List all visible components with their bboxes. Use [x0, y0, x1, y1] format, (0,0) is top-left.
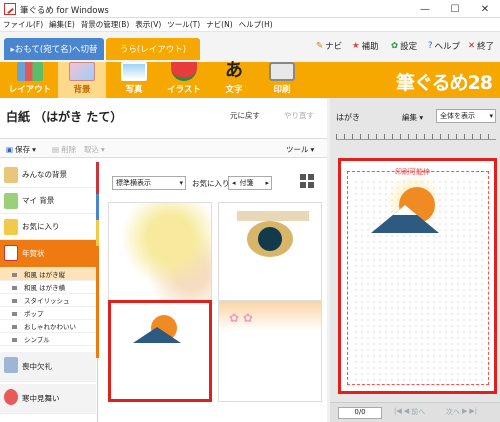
maximize-button[interactable]: ☐ [440, 0, 470, 18]
category-favorites[interactable]: お気に入り [0, 214, 96, 240]
zoom-select[interactable]: 全体を表示 ▾ [436, 109, 496, 123]
star-folder-icon [4, 219, 18, 235]
hojo-link[interactable]: ★ 補助 [352, 40, 379, 52]
ribbon-photo[interactable]: 写真 [110, 62, 158, 98]
ribbon-layout[interactable]: レイアウト [6, 62, 54, 98]
menu-help[interactable]: ヘルプ(H) [239, 19, 273, 30]
delete-button[interactable]: ▤ 削除 [52, 144, 76, 155]
next-button[interactable]: 次へ ▶ ▶| [446, 407, 477, 417]
template-thumb[interactable] [218, 202, 322, 304]
subcat-pop[interactable]: ポップ [0, 307, 96, 320]
chevron-down-icon: ▾ [489, 112, 493, 120]
ribbon-illust[interactable]: イラスト [160, 62, 208, 98]
ribbon-text[interactable]: あ 文字 [210, 60, 258, 98]
preview-label: はがき [336, 113, 360, 122]
title-bar: 筆ぐるめ for Windows — ☐ ✕ [0, 0, 500, 18]
menu-edit[interactable]: 編集(E) [49, 19, 75, 30]
grid-view-icon[interactable] [300, 174, 314, 188]
category-color-marker [96, 246, 99, 358]
folder-icon [4, 167, 18, 183]
template-thumb[interactable] [108, 202, 212, 304]
template-grid: ✿ ✿ [104, 198, 324, 422]
page-indicator: 0/0 [338, 407, 382, 419]
menu-background[interactable]: 背景の管理(B) [81, 19, 130, 30]
prev-button[interactable]: |◀ ◀ 前へ [394, 407, 425, 417]
category-everyone[interactable]: みんなの背景 [0, 162, 96, 188]
card-icon [4, 245, 18, 261]
folder-icon [4, 193, 18, 209]
panel-toolbar: ▣ 保存 ▾ ▤ 削除 取込 ▾ ツール ▾ [0, 138, 327, 158]
subcat-simple[interactable]: シンプル [0, 333, 96, 346]
left-panel: 白紙 （はがき たて） 元に戻す やり直す ▣ 保存 ▾ ▤ 削除 取込 ▾ ツール ▾ … [0, 98, 327, 422]
template-thumb-selected[interactable] [108, 300, 212, 402]
page-title: 白紙 （はがき たて） [6, 110, 123, 124]
redo-button[interactable]: やり直す [284, 110, 314, 121]
save-icon: ▣ [6, 145, 14, 154]
exit-icon: ✕ [468, 41, 476, 51]
menu-file[interactable]: ファイル(F) [3, 19, 43, 30]
tab-front-address[interactable]: ▸おもて(宛て名)へ切替 [4, 38, 104, 60]
close-button[interactable]: ✕ [470, 0, 500, 18]
app-icon [4, 3, 16, 15]
subcat-stylish[interactable]: スタイリッシュ [0, 294, 96, 307]
category-kanchu[interactable]: 寒中見舞い [0, 384, 96, 414]
undo-button[interactable]: 元に戻す [230, 110, 260, 121]
sakura-icon: ✿ ✿ [229, 311, 253, 325]
print-area-label: 印刷可能枠 [395, 168, 430, 176]
category-list: みんなの背景 マイ 背景 お気に入り 年賀状 和風 はがき縦 和風 はがき横 ス… [0, 162, 98, 422]
menu-tools[interactable]: ツール(T) [167, 19, 200, 30]
star-icon: ★ [352, 41, 360, 51]
layout-icon [17, 62, 43, 81]
minimize-button[interactable]: — [410, 0, 440, 18]
page-nav: 0/0 |◀ ◀ 前へ 次へ ▶ ▶| [330, 402, 500, 422]
brush-char-icon: あ [225, 60, 243, 81]
favorite-filter[interactable]: お気に入り [192, 178, 230, 189]
load-button[interactable]: 取込 ▾ [84, 144, 105, 155]
gear-icon: ✿ [391, 41, 399, 51]
category-nengajo[interactable]: 年賀状 [0, 240, 96, 268]
ribbon-background[interactable]: 背景 [58, 62, 106, 98]
chevron-down-icon: ▾ [179, 179, 183, 187]
window-title: 筆ぐるめ for Windows [20, 6, 109, 16]
category-color-marker [96, 220, 99, 246]
ruler [336, 134, 496, 140]
attach-filter[interactable]: ◂ 付箋 ▸ [228, 176, 272, 190]
brand-logo: 筆ぐるめ28 [395, 72, 493, 94]
help-icon: ? [428, 41, 433, 51]
printer-icon [269, 62, 295, 81]
photo-icon [121, 62, 147, 81]
snowman-icon [4, 389, 18, 405]
edit-menu[interactable]: 編集 ▾ [402, 112, 423, 123]
watermelon-icon [171, 62, 197, 81]
menu-navi[interactable]: ナビ(N) [206, 19, 232, 30]
template-thumb[interactable]: ✿ ✿ [218, 300, 322, 402]
category-my[interactable]: マイ 背景 [0, 188, 96, 214]
help-link[interactable]: ? ヘルプ [428, 40, 460, 52]
background-icon [69, 62, 95, 81]
ribbon-print[interactable]: 印刷 [258, 62, 306, 98]
navi-link[interactable]: ✎ ナビ [316, 40, 342, 52]
menu-view[interactable]: 表示(V) [135, 19, 161, 30]
tools-button[interactable]: ツール ▾ [286, 144, 314, 155]
navi-icon: ✎ [316, 41, 324, 51]
save-button[interactable]: ▣ 保存 ▾ [6, 144, 36, 155]
trash-icon: ▤ [52, 145, 60, 154]
ribbon: レイアウト 背景 写真 イラスト あ 文字 印刷 筆ぐるめ28 [0, 60, 500, 98]
view-select[interactable]: 標準横表示 ▾ [112, 176, 186, 190]
menu-bar: ファイル(F) 編集(E) 背景の管理(B) 表示(V) ツール(T) ナビ(N… [0, 18, 500, 32]
tab-bar: ▸おもて(宛て名)へ切替 うら(レイアウト) ✎ ナビ ★ 補助 ✿ 設定 ? ヘルプ … [0, 32, 500, 62]
card-preview[interactable]: 印刷可能枠 [338, 158, 497, 394]
grid-header: 標準横表示 ▾ お気に入り ◂ 付箋 ▸ [98, 162, 327, 198]
exit-link[interactable]: ✕ 終了 [468, 40, 494, 52]
tab-back-layout[interactable]: うら(レイアウト) [106, 38, 200, 60]
category-mochu[interactable]: 喪中欠礼 [0, 352, 96, 382]
subcat-kawaii[interactable]: おしゃれかわいい [0, 320, 96, 333]
subcat-wafu-yoko[interactable]: 和風 はがき横 [0, 281, 96, 294]
settings-link[interactable]: ✿ 設定 [391, 40, 417, 52]
prev-icon: ◂ [232, 179, 236, 187]
subcat-wafu-tate[interactable]: 和風 はがき縦 [0, 268, 96, 281]
card-icon [4, 357, 18, 373]
